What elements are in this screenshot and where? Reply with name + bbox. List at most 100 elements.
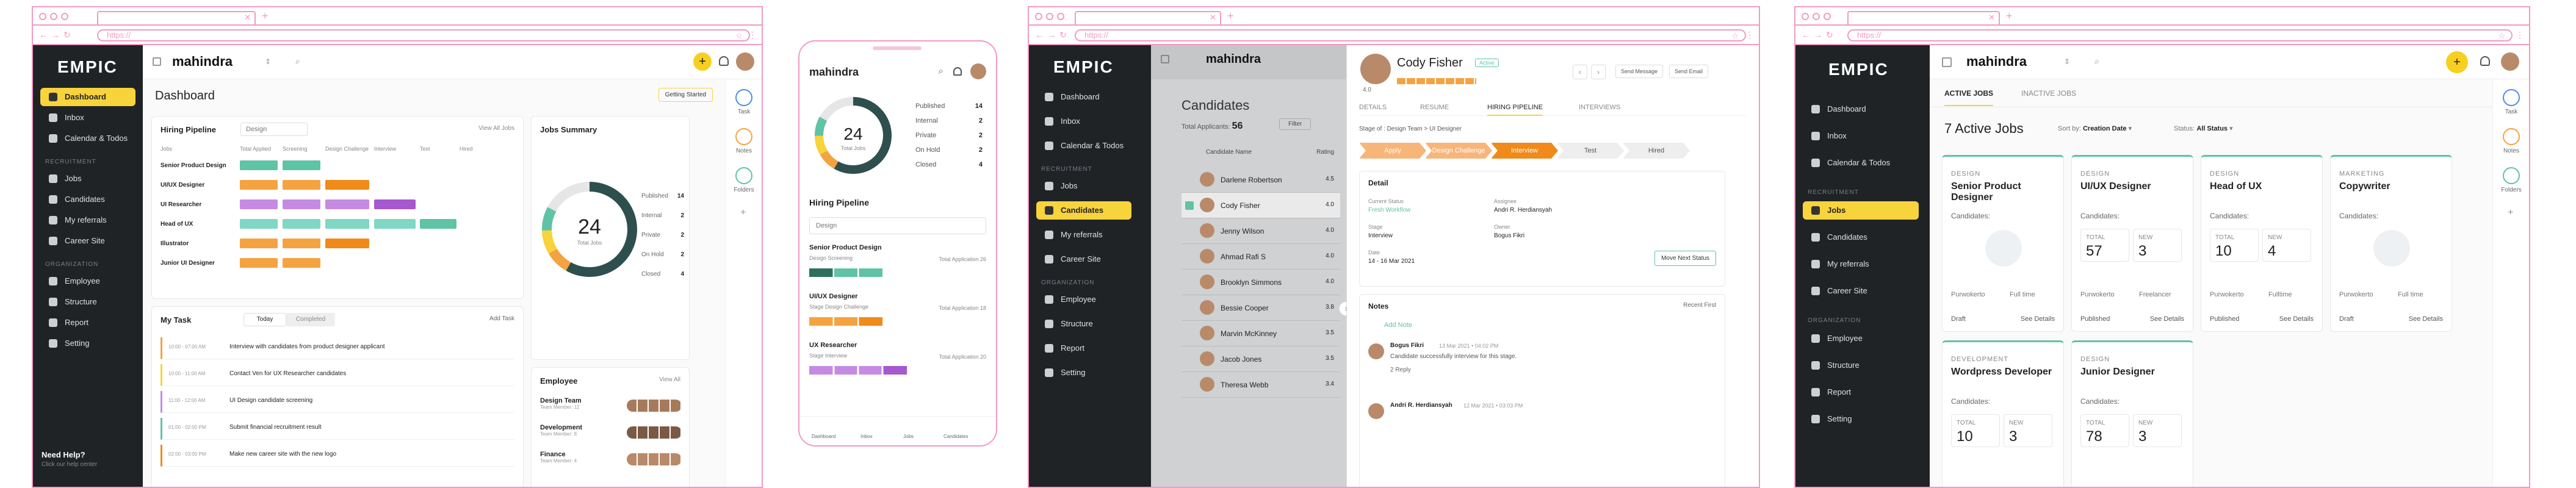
stage-apply[interactable]: Apply: [1359, 143, 1426, 159]
browser-tab[interactable]: ✕: [1847, 11, 2000, 26]
sidebar-item-structure[interactable]: Structure: [1803, 356, 1919, 375]
pipeline-row[interactable]: UI/UX Designer: [161, 179, 514, 192]
sidebar-item-jobs[interactable]: Jobs: [1036, 177, 1131, 195]
url-bar[interactable]: https:// ☆: [1075, 29, 1746, 41]
table-row[interactable]: Jacob Jones 3.5: [1182, 346, 1340, 372]
pipeline-row[interactable]: UI Researcher: [161, 198, 514, 212]
stage-test[interactable]: Test: [1557, 143, 1624, 159]
sidebar-item-inbox[interactable]: Inbox: [1803, 127, 1919, 145]
org-switcher[interactable]: mahindra: [172, 54, 233, 70]
maximize-dot[interactable]: [1824, 13, 1831, 20]
next-candidate-icon[interactable]: ›: [1591, 65, 1606, 79]
tab-active-jobs[interactable]: ACTIVE JOBS: [1944, 89, 1994, 106]
sidebar-item-career-site[interactable]: Career Site: [40, 232, 135, 250]
sidebar-item-jobs[interactable]: Jobs: [1803, 201, 1919, 220]
forward-icon[interactable]: →: [1047, 30, 1056, 40]
browser-menu-icon[interactable]: ⋮: [2516, 30, 2524, 40]
department-row[interactable]: Development Team Member: 8: [540, 424, 682, 445]
employee-view-all[interactable]: View All: [659, 376, 680, 383]
job-card[interactable]: DEVELOPMENT Wordpress Developer Candidat…: [1942, 340, 2064, 487]
org-switcher[interactable]: mahindra: [1966, 54, 2027, 70]
org-switcher[interactable]: mahindra: [1206, 52, 1261, 66]
job-card[interactable]: DESIGN Head of UX Candidates: TOTAL 10 NE…: [2201, 155, 2323, 332]
sort-control[interactable]: Sort by: Creation Date ▾: [2058, 124, 2132, 132]
reply-link[interactable]: 2 Reply: [1390, 367, 1411, 373]
close-dot[interactable]: [1802, 13, 1809, 20]
task-item[interactable]: 01:00 - 02:00 PM Submit financial recruit…: [161, 418, 514, 440]
task-item[interactable]: 02:00 - 03:00 PM Make new career site wit…: [161, 445, 514, 467]
sidebar-item-candidates[interactable]: Candidates: [1036, 201, 1131, 220]
sidebar-item-employee[interactable]: Employee: [1803, 329, 1919, 348]
folders-icon[interactable]: [735, 167, 752, 184]
add-button[interactable]: +: [2446, 51, 2468, 73]
browser-tab[interactable]: ✕: [97, 11, 256, 26]
mobile-avatar[interactable]: [970, 63, 986, 79]
mobile-org[interactable]: mahindra: [809, 66, 859, 79]
table-row[interactable]: Brooklyn Simmons 4.0: [1182, 270, 1340, 295]
department-row[interactable]: Finance Team Member: 4: [540, 451, 682, 472]
view-all-jobs[interactable]: View All Jobs: [478, 125, 514, 132]
sidebar-item-inbox[interactable]: Inbox: [1036, 112, 1131, 131]
see-details-link[interactable]: See Details: [2409, 315, 2443, 323]
table-row[interactable]: Ahmad Rafi S 4.0: [1182, 244, 1340, 270]
see-details-link[interactable]: See Details: [2021, 315, 2055, 323]
tab-inactive-jobs[interactable]: INACTIVE JOBS: [2021, 89, 2076, 98]
bookmark-icon[interactable]: ☆: [1731, 31, 1739, 41]
task-item[interactable]: 11:00 - 12:00 AM UI Design candidate scre…: [161, 391, 514, 413]
mobile-filter[interactable]: Design: [809, 217, 986, 234]
back-icon[interactable]: ←: [1802, 30, 1810, 40]
url-bar[interactable]: https:// ☆: [1847, 29, 2513, 41]
new-tab-icon[interactable]: +: [2006, 10, 2013, 23]
table-row[interactable]: Theresa Webb 3.4: [1182, 372, 1340, 398]
avatar[interactable]: [736, 52, 754, 71]
rail-add-icon[interactable]: +: [740, 207, 746, 218]
sidebar-item-structure[interactable]: Structure: [1036, 315, 1131, 333]
reload-icon[interactable]: ↻: [1826, 30, 1833, 40]
pipeline-filter[interactable]: Design: [240, 123, 308, 136]
reload-icon[interactable]: ↻: [63, 30, 71, 40]
bell-icon[interactable]: [2480, 56, 2490, 66]
forward-icon[interactable]: →: [1814, 30, 1822, 40]
sidebar-item-report[interactable]: Report: [40, 314, 135, 332]
table-row[interactable]: Bessie Cooper 3.8: [1182, 295, 1340, 321]
task-item[interactable]: 10:00 - 07:00 AM Interview with candidate…: [161, 337, 514, 359]
mobile-job-card[interactable]: UI/UX Designer Stage Design Challenge To…: [809, 293, 986, 336]
new-tab-icon[interactable]: +: [1227, 10, 1234, 23]
mobile-search-icon[interactable]: ⌕: [939, 66, 943, 76]
maximize-dot[interactable]: [61, 13, 68, 20]
sidebar-item-calendar[interactable]: Calendar & Todos: [1036, 137, 1131, 155]
pipeline-row[interactable]: Senior Product Design: [161, 159, 514, 173]
sidebar-item-employee[interactable]: Employee: [1036, 290, 1131, 309]
search-icon[interactable]: ⌕: [295, 56, 300, 66]
job-card[interactable]: DESIGN UI/UX Designer Candidates: TOTAL 5…: [2071, 155, 2193, 332]
close-dot[interactable]: [1035, 13, 1042, 20]
notes-icon[interactable]: [735, 128, 752, 145]
rail-add-icon[interactable]: +: [2508, 207, 2513, 218]
see-details-link[interactable]: See Details: [2150, 315, 2184, 323]
sidebar-item-inbox[interactable]: Inbox: [40, 109, 135, 127]
sidebar-item-dashboard[interactable]: Dashboard: [1803, 100, 1919, 118]
url-bar[interactable]: https:// ☆: [97, 29, 750, 41]
send-message-button[interactable]: Send Message: [1615, 65, 1664, 78]
mobile-job-card[interactable]: UX Researcher Stage Interview Total Appl…: [809, 342, 986, 384]
new-tab-icon[interactable]: +: [262, 10, 269, 23]
sidebar-item-candidates[interactable]: Candidates: [1803, 228, 1919, 246]
avatar[interactable]: [2501, 52, 2519, 71]
sidebar-item-referrals[interactable]: My referrals: [1803, 255, 1919, 273]
send-email-button[interactable]: Send Email: [1669, 65, 1709, 78]
tab-details[interactable]: DETAILS: [1359, 104, 1387, 111]
sidebar-item-report[interactable]: Report: [1803, 383, 1919, 401]
tab-hiring-pipeline[interactable]: HIRING PIPELINE: [1487, 104, 1543, 116]
table-row[interactable]: Jenny Wilson 4.0: [1182, 218, 1340, 244]
table-row[interactable]: Cody Fisher 4.0: [1182, 193, 1340, 218]
table-row[interactable]: Marvin McKinney 3.5: [1182, 321, 1340, 346]
minimize-dot[interactable]: [1813, 13, 1820, 20]
sidebar-item-setting[interactable]: Setting: [1803, 410, 1919, 428]
pipeline-row[interactable]: Illustrator: [161, 237, 514, 251]
minimize-dot[interactable]: [50, 13, 57, 20]
close-dot[interactable]: [39, 13, 46, 20]
sidebar-item-referrals[interactable]: My referrals: [1036, 226, 1131, 244]
add-button[interactable]: +: [693, 52, 712, 71]
sidebar-item-referrals[interactable]: My referrals: [40, 211, 135, 229]
sidebar-toggle-icon[interactable]: [153, 57, 161, 66]
